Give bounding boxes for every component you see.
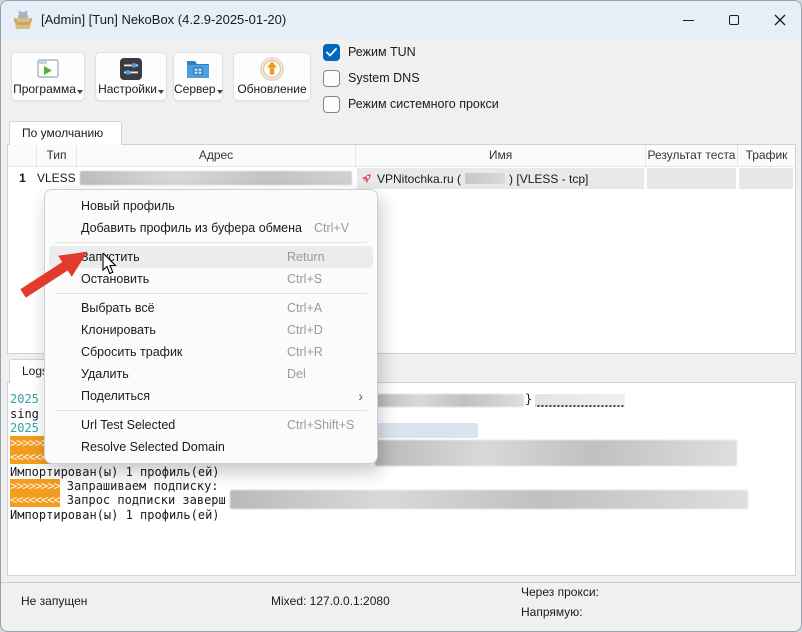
column-header-name[interactable]: Имя [356, 145, 646, 166]
mouse-cursor [102, 253, 118, 275]
profile-name-cell: VPNitochka.ru ( ) [VLESS - tcp] [356, 167, 646, 190]
log-completed-line: <<<<<<<<Запрос подписки заверш [10, 493, 226, 507]
menu-item-delete[interactable]: Удалить Del [49, 363, 373, 385]
menu-item-select-all[interactable]: Выбрать всё Ctrl+A [49, 297, 373, 319]
log-redacted-block [374, 394, 524, 407]
menu-separator [55, 293, 367, 294]
tun-mode-checkbox[interactable]: Режим TUN [323, 42, 416, 62]
log-imported-line: Импортирован(ы) 1 профиль(ей) [10, 465, 220, 479]
log-timestamp: 2025 [10, 421, 39, 435]
profile-name-prefix: VPNitochka.ru ( [377, 168, 461, 190]
program-icon [12, 56, 84, 82]
chevron-down-icon [217, 90, 223, 94]
column-header-test-result[interactable]: Результат теста [646, 145, 738, 166]
menu-separator [55, 242, 367, 243]
system-proxy-checkbox[interactable]: Режим системного прокси [323, 94, 499, 114]
checkbox-unchecked-icon [323, 96, 340, 113]
menu-item-clone[interactable]: Клонировать Ctrl+D [49, 319, 373, 341]
titlebar: [Admin] [Tun] NekoBox (4.2.9-2025-01-20) [1, 1, 802, 39]
close-button[interactable] [757, 1, 802, 39]
chevron-down-icon [158, 90, 164, 94]
menu-item-resolve-selected-domain[interactable]: Resolve Selected Domain [49, 436, 373, 458]
menu-separator [55, 410, 367, 411]
table-header: Тип Адрес Имя Результат теста Трафик [8, 145, 795, 167]
chevron-down-icon [77, 90, 83, 94]
log-sing-text: sing [10, 407, 39, 421]
profile-traffic [738, 167, 795, 190]
log-redacted-link [535, 394, 625, 407]
update-button[interactable]: Обновление [233, 52, 311, 101]
submenu-arrow-icon: › [358, 389, 363, 403]
close-icon [774, 14, 786, 26]
statusbar-divider [1, 582, 802, 583]
system-proxy-label: Режим системного прокси [348, 97, 499, 111]
table-row[interactable]: 1 VLESS VPNitochka.ru [8, 167, 795, 190]
tab-default-profiles[interactable]: По умолчанию [9, 121, 122, 145]
server-label: Сервер [174, 82, 216, 96]
menu-item-add-from-clipboard[interactable]: Добавить профиль из буфера обмена Ctrl+V [49, 217, 373, 239]
context-menu: Новый профиль Добавить профиль из буфера… [44, 189, 378, 464]
status-state: Не запущен [21, 594, 87, 608]
log-redacted-block [375, 440, 737, 466]
profile-address-redacted [77, 167, 356, 190]
app-icon [12, 9, 34, 31]
maximize-button[interactable] [711, 1, 757, 39]
checkbox-checked-icon [323, 44, 340, 61]
log-brace: } [525, 392, 532, 406]
minimize-icon [683, 20, 694, 21]
profile-name-redacted [465, 173, 505, 184]
settings-icon [96, 56, 166, 82]
update-icon [234, 56, 310, 82]
program-label: Программа [13, 82, 76, 96]
system-dns-checkbox[interactable]: System DNS [323, 68, 420, 88]
row-number: 1 [8, 167, 37, 190]
maximize-icon [729, 15, 739, 25]
menu-item-url-test-selected[interactable]: Url Test Selected Ctrl+Shift+S [49, 414, 373, 436]
minimize-button[interactable] [665, 1, 711, 39]
status-direct: Напрямую: [521, 605, 583, 619]
column-header-num[interactable] [8, 145, 37, 166]
menu-item-stop[interactable]: Остановить Ctrl+S [49, 268, 373, 290]
profile-type: VLESS [37, 167, 77, 190]
status-mixed-port: Mixed: 127.0.0.1:2080 [271, 594, 390, 608]
update-label: Обновление [237, 82, 306, 96]
window-title: [Admin] [Tun] NekoBox (4.2.9-2025-01-20) [41, 1, 286, 39]
log-requesting-line: >>>>>>>>Запрашиваем подписку: [10, 479, 219, 493]
tun-mode-label: Режим TUN [348, 45, 416, 59]
system-dns-label: System DNS [348, 71, 420, 85]
profile-test-result [646, 167, 738, 190]
rocket-icon [360, 172, 373, 185]
column-header-type[interactable]: Тип [37, 145, 77, 166]
log-timestamp: 2025 [10, 392, 39, 406]
menu-item-new-profile[interactable]: Новый профиль [49, 195, 373, 217]
status-via-proxy: Через прокси: [521, 585, 599, 599]
server-folder-icon [174, 56, 222, 82]
log-redacted-block [230, 490, 748, 509]
program-button[interactable]: Программа [11, 52, 85, 101]
checkbox-unchecked-icon [323, 70, 340, 87]
column-header-traffic[interactable]: Трафик [738, 145, 795, 166]
column-header-address[interactable]: Адрес [77, 145, 356, 166]
settings-button[interactable]: Настройки [95, 52, 167, 101]
menu-item-start[interactable]: Запустить Return [49, 246, 373, 268]
tab-default-label: По умолчанию [22, 126, 103, 140]
settings-label: Настройки [98, 82, 157, 96]
nekobox-window: [Admin] [Tun] NekoBox (4.2.9-2025-01-20)… [0, 0, 802, 632]
log-imported-line: Импортирован(ы) 1 профиль(ей) [10, 508, 220, 522]
menu-item-share[interactable]: Поделиться › [49, 385, 373, 407]
profile-name-suffix: ) [VLESS - tcp] [509, 168, 588, 190]
log-selection-block [374, 423, 478, 438]
server-button[interactable]: Сервер [173, 52, 223, 101]
menu-item-reset-traffic[interactable]: Сбросить трафик Ctrl+R [49, 341, 373, 363]
